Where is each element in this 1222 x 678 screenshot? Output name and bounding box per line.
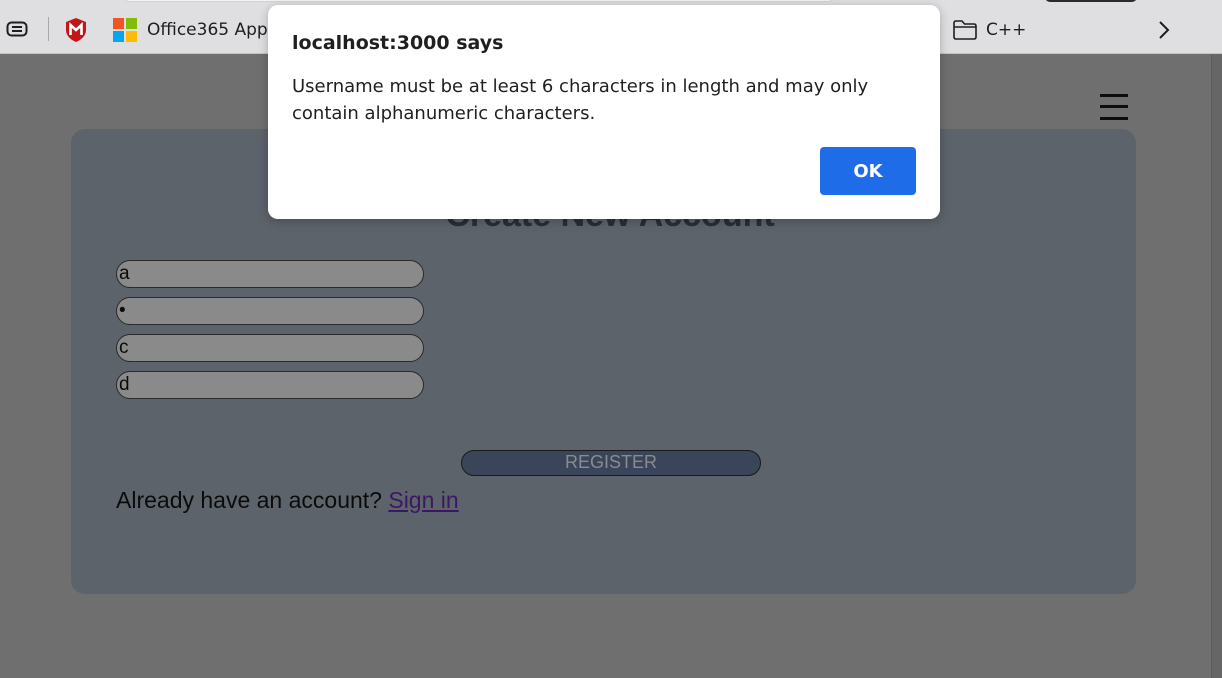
chevron-right-icon[interactable] [1154, 19, 1174, 41]
form-field-3[interactable] [116, 334, 424, 362]
bookmark-folder-cpp[interactable]: C++ [952, 17, 1026, 43]
password-input[interactable] [116, 297, 424, 325]
dialog-message: Username must be at least 6 characters i… [292, 76, 869, 124]
signin-prompt-line: Already have an account? Sign in [116, 487, 459, 514]
bookmark-label: Office365 Apps [147, 20, 277, 40]
signin-prompt: Already have an account? [116, 487, 389, 513]
bookmark-office365-apps[interactable]: Office365 Apps [113, 17, 277, 43]
mcafee-shield-icon[interactable] [64, 17, 88, 43]
bookmark-label: C++ [986, 20, 1027, 40]
address-bar-edge[interactable] [122, 0, 836, 2]
form-field-4[interactable] [116, 371, 424, 399]
folder-icon [953, 20, 977, 40]
dialog-title: localhost:3000 says [292, 32, 504, 54]
bookmarks-divider [48, 17, 49, 41]
register-button[interactable]: REGISTER [461, 450, 761, 476]
toolbar-button-edge[interactable] [1045, 0, 1137, 2]
ok-button[interactable]: OK [820, 147, 916, 195]
username-input[interactable] [116, 260, 424, 288]
signin-link[interactable]: Sign in [388, 487, 458, 513]
tab-actions-icon[interactable] [5, 18, 29, 40]
hamburger-menu-icon[interactable] [1099, 93, 1129, 121]
alert-dialog: localhost:3000 says Username must be at … [268, 5, 940, 219]
microsoft-logo-icon [113, 18, 137, 42]
page-scrollbar[interactable] [1211, 54, 1222, 678]
